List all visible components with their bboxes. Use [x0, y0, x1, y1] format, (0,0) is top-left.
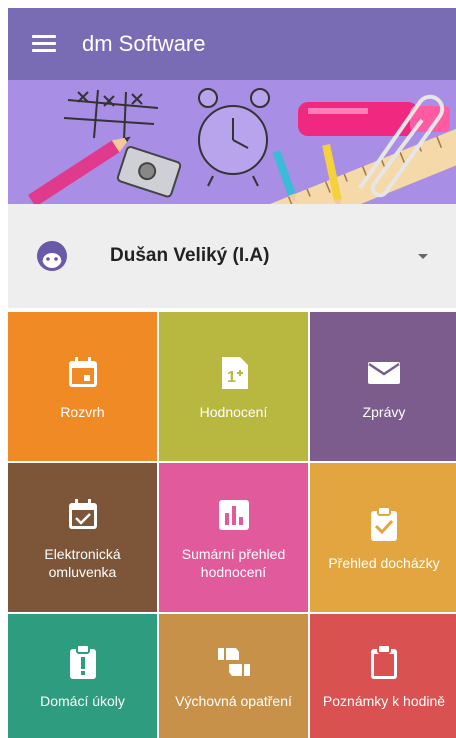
tile-label: Elektronická omluvenka: [44, 545, 121, 580]
clipboard-icon: [371, 644, 397, 679]
tile-label: Domácí úkoly: [40, 693, 125, 709]
tile-elektronicka-omluvenka[interactable]: Elektronická omluvenka: [8, 463, 157, 612]
school-supplies-illustration: [28, 88, 456, 204]
header-banner: [8, 80, 456, 204]
tile-prehled-dochazky[interactable]: Přehled docházky: [310, 463, 456, 612]
tile-label: Rozvrh: [60, 403, 105, 420]
tile-zpravy[interactable]: Zprávy: [310, 312, 456, 461]
clipboard-check-icon: [371, 505, 397, 541]
student-name: Dušan Veliký (I.A): [110, 245, 270, 266]
tile-poznamky-k-hodine[interactable]: Poznámky k hodině: [310, 614, 456, 738]
clipboard-alert-icon: [69, 644, 96, 679]
profile-selector[interactable]: Dušan Veliký (I.A): [8, 204, 456, 308]
tile-sumarni-prehled-hodnoceni[interactable]: Sumární přehled hodnocení: [159, 463, 308, 612]
tile-label: Sumární přehled hodnocení: [181, 545, 286, 580]
svg-text:1: 1: [227, 369, 236, 386]
bar-chart-icon: [218, 499, 249, 530]
tile-domaci-ukoly[interactable]: Domácí úkoly: [8, 614, 157, 738]
student-face-icon: [37, 241, 67, 271]
dropdown-arrow-icon[interactable]: [418, 253, 428, 259]
grade-document-icon: 1: [221, 356, 248, 389]
calendar-icon: [68, 356, 97, 387]
menu-grid: Rozvrh 1 Hodnocení Zprávy Elektronická o…: [8, 312, 456, 738]
tile-rozvrh[interactable]: Rozvrh: [8, 312, 157, 461]
tile-label: Přehled docházky: [328, 554, 440, 571]
tile-hodnoceni[interactable]: 1 Hodnocení: [159, 312, 308, 461]
menu-icon[interactable]: [32, 34, 60, 54]
tile-vychovna-opatreni[interactable]: Výchovná opatření: [159, 614, 308, 738]
tile-label: Hodnocení: [199, 403, 268, 420]
tile-label: Výchovná opatření: [175, 693, 292, 709]
tile-label: Zprávy: [362, 403, 406, 420]
calendar-check-icon: [68, 498, 97, 529]
app-bar: dm Software: [8, 8, 456, 80]
envelope-icon: [368, 361, 400, 384]
thumbs-icon: [217, 648, 250, 676]
app-title: dm Software: [82, 31, 206, 56]
tile-label: Poznámky k hodině: [322, 693, 446, 709]
